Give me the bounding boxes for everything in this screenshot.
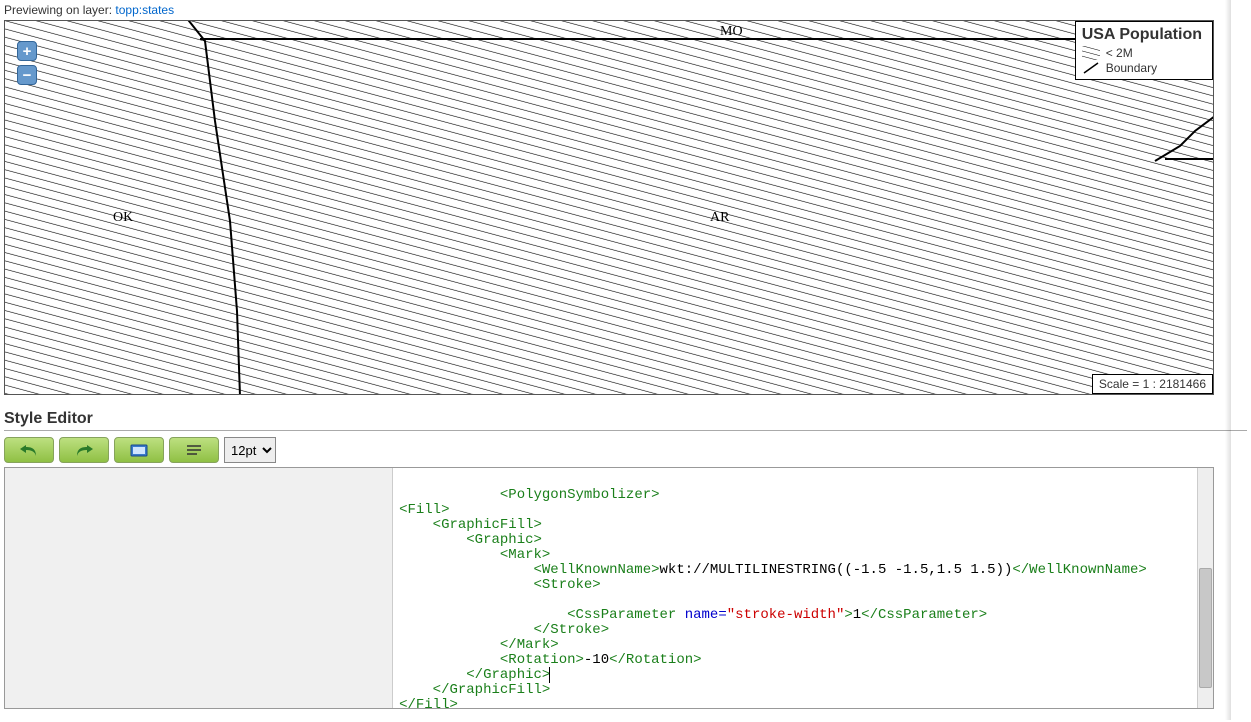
legend-swatch-hatch (1082, 46, 1100, 60)
map-svg: OK AR MO (5, 21, 1214, 395)
legend-swatch-line (1082, 61, 1100, 75)
goto-line-button[interactable] (114, 437, 164, 463)
redo-button[interactable] (59, 437, 109, 463)
undo-button[interactable] (4, 437, 54, 463)
editor-divider (4, 430, 1247, 431)
map-legend: USA Population < 2M Boundary (1075, 21, 1213, 80)
preview-label: Previewing on layer: (4, 3, 115, 17)
scrollbar-thumb[interactable] (1199, 568, 1212, 688)
zoom-controls: + − (17, 41, 37, 85)
state-label-ok: OK (113, 210, 133, 225)
map-preview[interactable]: OK AR MO + − USA Population < 2M Boundar… (4, 20, 1214, 395)
style-editor-title: Style Editor (4, 410, 1247, 428)
line-gutter: 14 15 16 17 18 19 20 21 22 23 24 25 26 2… (5, 467, 393, 708)
redo-icon (73, 442, 95, 458)
editor-toolbar: 12pt (4, 437, 1247, 463)
legend-label-1: < 2M (1106, 46, 1133, 60)
legend-item-1: < 2M (1082, 46, 1202, 60)
code-content[interactable]: <Title>< 2M</Title> <PolygonSymbolizer><… (393, 467, 1213, 708)
undo-icon (18, 442, 40, 458)
code-editor[interactable]: 14 15 16 17 18 19 20 21 22 23 24 25 26 2… (4, 467, 1214, 709)
format-button[interactable] (169, 437, 219, 463)
state-label-ar: AR (710, 210, 730, 225)
preview-header: Previewing on layer: topp:states (0, 0, 1251, 20)
legend-label-2: Boundary (1106, 61, 1157, 75)
legend-title: USA Population (1082, 26, 1202, 44)
state-label-mo: MO (720, 24, 743, 39)
format-icon (183, 442, 205, 458)
font-size-select[interactable]: 12pt (224, 437, 276, 463)
goto-icon (128, 442, 150, 458)
vertical-scrollbar[interactable] (1197, 468, 1213, 708)
preview-layer-link[interactable]: topp:states (115, 3, 174, 17)
map-container: OK AR MO + − USA Population < 2M Boundar… (4, 20, 1247, 395)
zoom-in-button[interactable]: + (17, 41, 37, 61)
map-scale: Scale = 1 : 2181466 (1092, 374, 1213, 394)
legend-item-2: Boundary (1082, 61, 1202, 75)
zoom-out-button[interactable]: − (17, 65, 37, 85)
